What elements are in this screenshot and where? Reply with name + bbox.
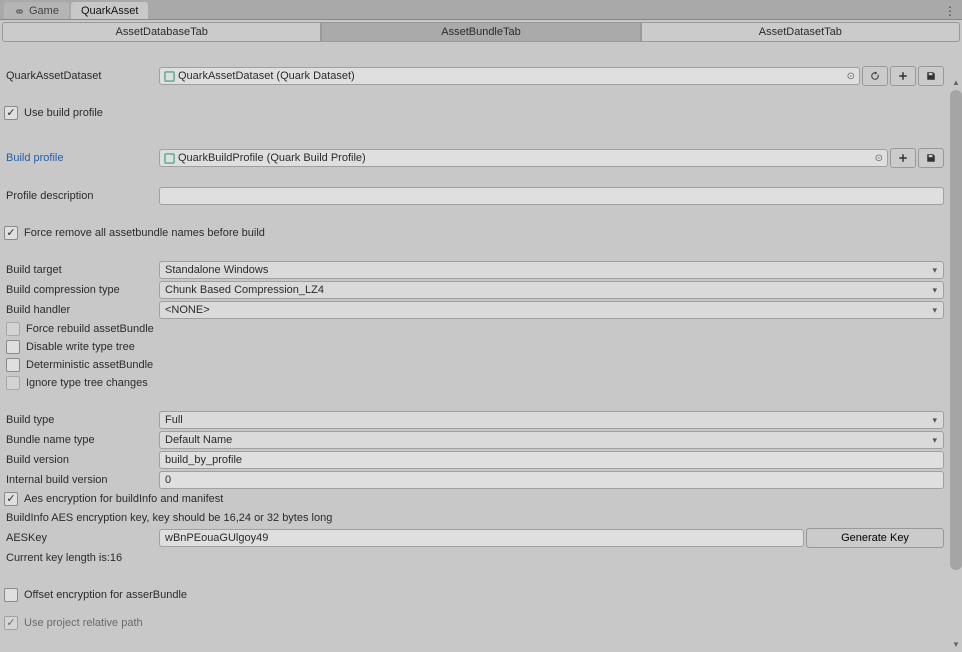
bundle-name-type-value: Default Name <box>165 434 232 446</box>
build-handler-value: <NONE> <box>165 304 210 316</box>
force-remove-names-checkbox[interactable] <box>4 226 18 240</box>
offset-encryption-checkbox[interactable] <box>4 588 18 602</box>
dataset-value: QuarkAssetDataset (Quark Dataset) <box>178 70 355 82</box>
save-profile-button[interactable] <box>918 148 944 168</box>
scroll-down-icon[interactable]: ▼ <box>950 640 962 652</box>
aes-encryption-checkbox[interactable] <box>4 492 18 506</box>
force-remove-names-label: Force remove all assetbundle names befor… <box>24 227 265 239</box>
build-handler-label: Build handler <box>4 301 159 319</box>
bundle-name-type-dropdown[interactable]: Default Name <box>159 431 944 449</box>
inner-tab-bar: AssetDatabaseTab AssetBundleTab AssetDat… <box>2 22 960 42</box>
scrollbar-handle[interactable] <box>950 90 962 570</box>
internal-build-version-input[interactable] <box>159 471 944 489</box>
build-handler-dropdown[interactable]: <NONE> <box>159 301 944 319</box>
dataset-label: QuarkAssetDataset <box>4 67 159 85</box>
bundle-name-type-label: Bundle name type <box>4 431 159 449</box>
internal-build-version-label: Internal build version <box>4 471 159 489</box>
content-area: QuarkAssetDataset QuarkAssetDataset (Qua… <box>0 44 962 648</box>
aes-key-input[interactable] <box>159 529 804 547</box>
aes-length-text: Current key length is:16 <box>4 549 124 567</box>
build-compression-label: Build compression type <box>4 281 159 299</box>
aes-hint: BuildInfo AES encryption key, key should… <box>4 509 334 527</box>
build-version-label: Build version <box>4 451 159 469</box>
force-rebuild-checkbox[interactable] <box>6 322 20 336</box>
profile-description-label: Profile description <box>4 187 159 205</box>
build-version-input[interactable] <box>159 451 944 469</box>
tab-asset-database[interactable]: AssetDatabaseTab <box>2 22 321 42</box>
scroll-up-icon[interactable]: ▲ <box>950 78 962 90</box>
add-profile-button[interactable] <box>890 148 916 168</box>
tab-quarkasset[interactable]: QuarkAsset <box>71 2 148 19</box>
object-picker-icon[interactable]: ⊙ <box>875 153 883 164</box>
use-build-profile-checkbox[interactable] <box>4 106 18 120</box>
build-profile-value: QuarkBuildProfile (Quark Build Profile) <box>178 152 366 164</box>
build-target-label: Build target <box>4 261 159 279</box>
use-relative-path-label: Use project relative path <box>24 617 143 629</box>
disable-write-type-tree-label: Disable write type tree <box>26 341 135 353</box>
generate-key-button[interactable]: Generate Key <box>806 528 944 548</box>
game-icon <box>14 6 25 17</box>
build-compression-dropdown[interactable]: Chunk Based Compression_LZ4 <box>159 281 944 299</box>
build-type-dropdown[interactable]: Full <box>159 411 944 429</box>
tab-asset-dataset[interactable]: AssetDatasetTab <box>641 22 960 42</box>
deterministic-checkbox[interactable] <box>6 358 20 372</box>
build-target-value: Standalone Windows <box>165 264 268 276</box>
deterministic-label: Deterministic assetBundle <box>26 359 153 371</box>
force-rebuild-label: Force rebuild assetBundle <box>26 323 154 335</box>
save-button[interactable] <box>918 66 944 86</box>
build-profile-field[interactable]: QuarkBuildProfile (Quark Build Profile) … <box>159 149 888 167</box>
asset-icon <box>164 153 175 164</box>
build-compression-value: Chunk Based Compression_LZ4 <box>165 284 324 296</box>
disable-write-type-tree-checkbox[interactable] <box>6 340 20 354</box>
kebab-menu-icon[interactable]: ⋮ <box>944 4 956 18</box>
use-build-profile-label: Use build profile <box>24 107 103 119</box>
tab-asset-bundle[interactable]: AssetBundleTab <box>321 22 640 42</box>
object-picker-icon[interactable]: ⊙ <box>847 71 855 82</box>
add-button[interactable] <box>890 66 916 86</box>
ignore-type-tree-checkbox[interactable] <box>6 376 20 390</box>
build-profile-label: Build profile <box>4 149 159 167</box>
editor-tabs: Game QuarkAsset ⋮ <box>0 0 962 20</box>
ignore-type-tree-label: Ignore type tree changes <box>26 377 148 389</box>
vertical-scrollbar[interactable]: ▲ ▼ <box>950 90 962 640</box>
asset-icon <box>164 71 175 82</box>
aes-encryption-label: Aes encryption for buildInfo and manifes… <box>24 493 223 505</box>
dataset-field[interactable]: QuarkAssetDataset (Quark Dataset) ⊙ <box>159 67 860 85</box>
aes-key-label: AESKey <box>4 529 159 547</box>
use-relative-path-checkbox[interactable] <box>4 616 18 630</box>
tab-quarkasset-label: QuarkAsset <box>81 5 138 17</box>
build-type-label: Build type <box>4 411 159 429</box>
build-target-dropdown[interactable]: Standalone Windows <box>159 261 944 279</box>
build-type-value: Full <box>165 414 183 426</box>
tab-game[interactable]: Game <box>4 2 69 19</box>
tab-game-label: Game <box>29 5 59 17</box>
refresh-button[interactable] <box>862 66 888 86</box>
offset-encryption-label: Offset encryption for asserBundle <box>24 589 187 601</box>
profile-description-input[interactable] <box>159 187 944 205</box>
